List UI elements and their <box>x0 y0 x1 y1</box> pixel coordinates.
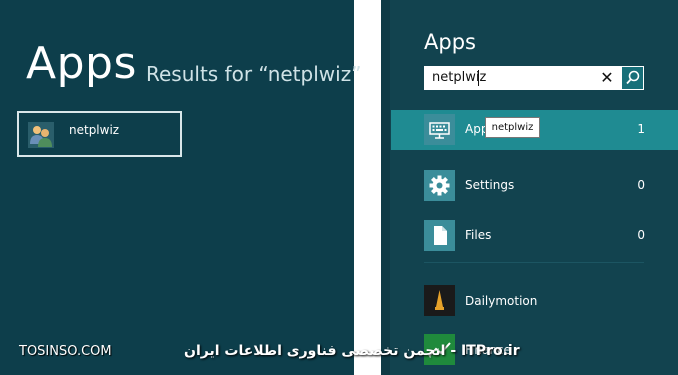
search-pane-edge <box>381 0 390 375</box>
tooltip: netplwiz <box>485 117 540 138</box>
result-tile-label: netplwiz <box>69 123 120 137</box>
search-input[interactable]: netplwiz ✕ <box>424 66 621 90</box>
category-label: Settings <box>465 178 515 192</box>
app-item-dailymotion[interactable]: Dailymotion <box>391 285 678 319</box>
page-title: Apps <box>26 38 137 89</box>
gear-icon <box>424 170 455 201</box>
pane-divider <box>354 0 381 375</box>
watermark-left: TOSINSO.COM <box>19 344 112 359</box>
users-icon <box>28 122 54 148</box>
search-pane-title: Apps <box>424 30 476 54</box>
dailymotion-icon <box>424 285 455 316</box>
category-files[interactable]: Files 0 <box>391 216 678 256</box>
category-settings[interactable]: Settings 0 <box>391 166 678 206</box>
category-count: 0 <box>637 228 645 242</box>
watermark-right: ITPro.ir - انجمن تخصصی فناوری اطلاعات ای… <box>184 343 520 359</box>
results-heading: Results for “netplwiz” <box>146 62 362 86</box>
category-label: Files <box>465 228 492 242</box>
text-cursor <box>478 70 479 86</box>
keyboard-icon <box>424 114 455 145</box>
section-divider <box>424 262 644 263</box>
category-count: 1 <box>637 122 645 136</box>
result-tile-netplwiz[interactable]: netplwiz <box>17 111 182 157</box>
search-icon <box>626 70 640 85</box>
search-button[interactable] <box>621 66 644 90</box>
category-count: 0 <box>637 178 645 192</box>
close-icon[interactable]: ✕ <box>598 68 616 88</box>
file-icon <box>424 220 455 251</box>
app-label: Dailymotion <box>465 294 538 308</box>
